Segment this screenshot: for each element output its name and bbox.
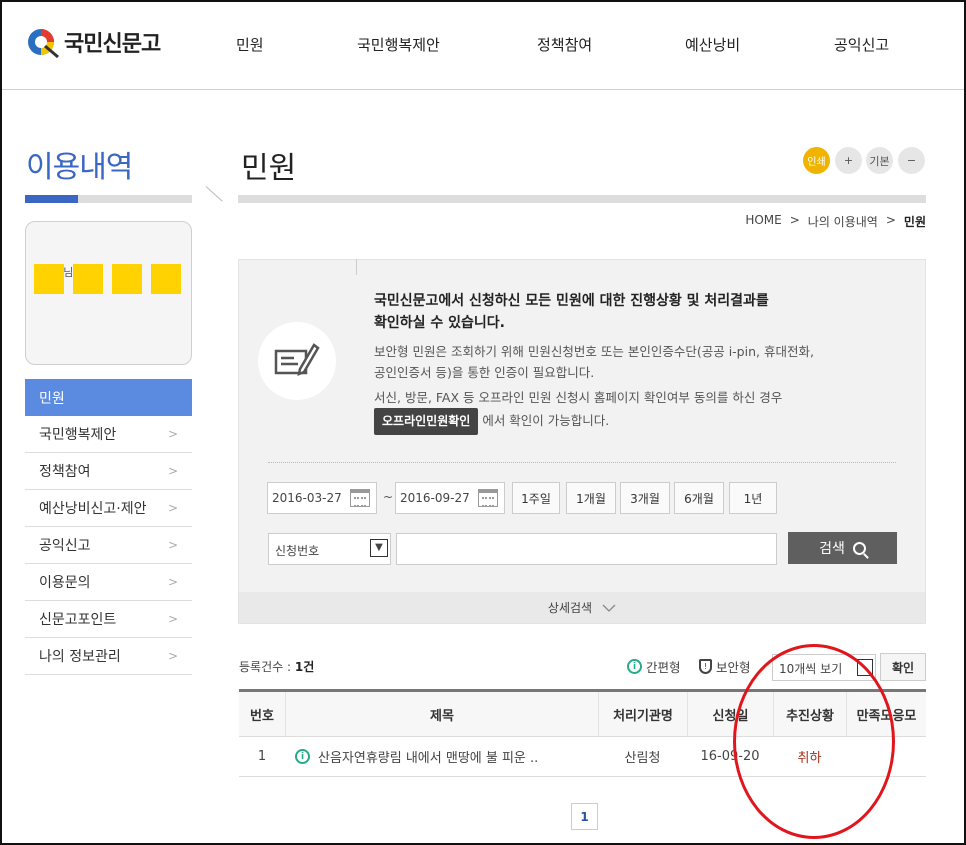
logo-text: 국민신문고 [64, 31, 161, 57]
period-1week-button[interactable]: 1주일 [512, 482, 560, 514]
view-secure-option[interactable]: ! 보안형 [699, 657, 751, 676]
divider [356, 259, 357, 275]
gnb-budget[interactable]: 예산낭비 [685, 34, 740, 55]
period-6month-button[interactable]: 6개월 [674, 482, 724, 514]
font-default-button[interactable]: 기본 [866, 147, 893, 174]
calendar-icon[interactable] [350, 489, 370, 507]
font-larger-button[interactable]: + [835, 147, 862, 174]
sidebar-item-inquiry[interactable]: 이용문의 > [25, 564, 192, 601]
logo-mark-icon [26, 24, 62, 60]
info-text-secure: 보안형 민원은 조회하기 위해 민원신청번호 또는 본인인증수단(공공 i-pi… [374, 344, 814, 380]
sidebar-title-bar [25, 195, 192, 203]
page-title: 민원 [241, 151, 297, 186]
period-1year-button[interactable]: 1년 [729, 482, 777, 514]
breadcrumb-my-usage[interactable]: 나의 이용내역 [808, 213, 878, 230]
sidebar-menu: 민원 국민행복제안 > 정책참여 > 예산낭비신고·제안 > 공익신고 > 이용문의 > … [25, 379, 192, 675]
breadcrumb-home[interactable]: HOME [745, 213, 781, 230]
chevron-right-icon: > [167, 464, 178, 478]
breadcrumb-separator: > [789, 213, 800, 227]
view-simple-option[interactable]: i 간편형 [627, 657, 681, 676]
breadcrumb-current: 민원 [903, 215, 926, 229]
gnb-proposal[interactable]: 국민행복제안 [357, 34, 440, 55]
gnb-complaint[interactable]: 민원 [236, 34, 264, 55]
print-button[interactable]: 인쇄 [803, 147, 830, 174]
document-pen-icon [258, 322, 336, 400]
advanced-search-toggle[interactable]: 상세검색 [239, 592, 925, 623]
sidebar-item-policy[interactable]: 정책참여 > [25, 453, 192, 490]
result-count: 등록건수 : 1건 [239, 660, 315, 674]
chevron-right-icon: > [167, 649, 178, 663]
site-logo[interactable]: 국민신문고 [26, 24, 161, 60]
chevron-right-icon: > [167, 501, 178, 515]
col-number: 번호 [250, 708, 274, 724]
pagination-page[interactable]: 1 [571, 803, 598, 830]
start-date-input[interactable]: 2016-03-27 [267, 482, 377, 514]
redaction-mask [151, 264, 181, 294]
col-agency: 처리기관명 [598, 692, 687, 736]
breadcrumb-separator: > [885, 213, 896, 227]
period-1month-button[interactable]: 1개월 [566, 482, 616, 514]
info-text-offline: 서신, 방문, FAX 등 오프라인 민원 신청시 홈페이지 확인여부 동의를 … [374, 387, 894, 435]
chevron-right-icon: > [167, 538, 178, 552]
redaction-mask [73, 264, 103, 294]
col-subject: 제목 [285, 692, 598, 736]
sidebar-item-points[interactable]: 신문고포인트 > [25, 601, 192, 638]
chevron-right-icon: > [167, 575, 178, 589]
search-icon [852, 541, 866, 555]
sidebar-item-proposal[interactable]: 국민행복제안 > [25, 416, 192, 453]
offline-complaint-button[interactable]: 오프라인민원확인 [374, 408, 479, 435]
gnb-public-report[interactable]: 공익신고 [834, 34, 889, 55]
search-field-select[interactable]: 신청번호 ▼ [268, 533, 391, 565]
sidebar-item-budget[interactable]: 예산낭비신고·제안 > [25, 490, 192, 527]
chevron-right-icon: > [167, 427, 178, 441]
annotation-circle [733, 644, 895, 839]
confirm-button[interactable]: 확인 [880, 653, 926, 681]
font-smaller-button[interactable]: − [898, 147, 925, 174]
search-keyword-input[interactable] [396, 533, 777, 565]
period-3month-button[interactable]: 3개월 [620, 482, 670, 514]
calendar-icon[interactable] [478, 489, 498, 507]
sidebar-item-complaint[interactable]: 민원 [25, 379, 192, 416]
end-date-input[interactable]: 2016-09-27 [395, 482, 505, 514]
gnb-policy[interactable]: 정책참여 [537, 34, 592, 55]
redaction-mask [112, 264, 142, 294]
header: 국민신문고 민원 국민행복제안 정책참여 예산낭비 공익신고 [2, 2, 964, 90]
shield-icon: ! [699, 659, 712, 674]
sidebar-item-my-info[interactable]: 나의 정보관리 > [25, 638, 192, 675]
search-button[interactable]: 검색 [788, 532, 897, 564]
breadcrumb: HOME > 나의 이용내역 > 민원 [745, 213, 926, 230]
info-icon: i [295, 749, 310, 764]
divider [268, 462, 896, 463]
chevron-right-icon: > [167, 612, 178, 626]
sidebar-item-public-report[interactable]: 공익신고 > [25, 527, 192, 564]
redaction-mask [34, 264, 64, 294]
chevron-down-icon [602, 604, 616, 612]
date-range-separator: ~ [383, 490, 394, 504]
title-bar [238, 195, 926, 203]
sidebar-title: 이용내역 [26, 150, 133, 185]
row-agency: 산림청 [624, 751, 661, 766]
row-number: 1 [257, 749, 267, 764]
row-subject[interactable]: i 산음자연휴량림 내에서 맨땅에 불 피운 .. [285, 737, 598, 776]
info-title: 국민신문고에서 신청하신 모든 민원에 대한 진행상황 및 처리결과를 확인하실… [374, 293, 769, 331]
info-icon: i [627, 659, 642, 674]
chevron-down-icon: ▼ [370, 539, 388, 557]
